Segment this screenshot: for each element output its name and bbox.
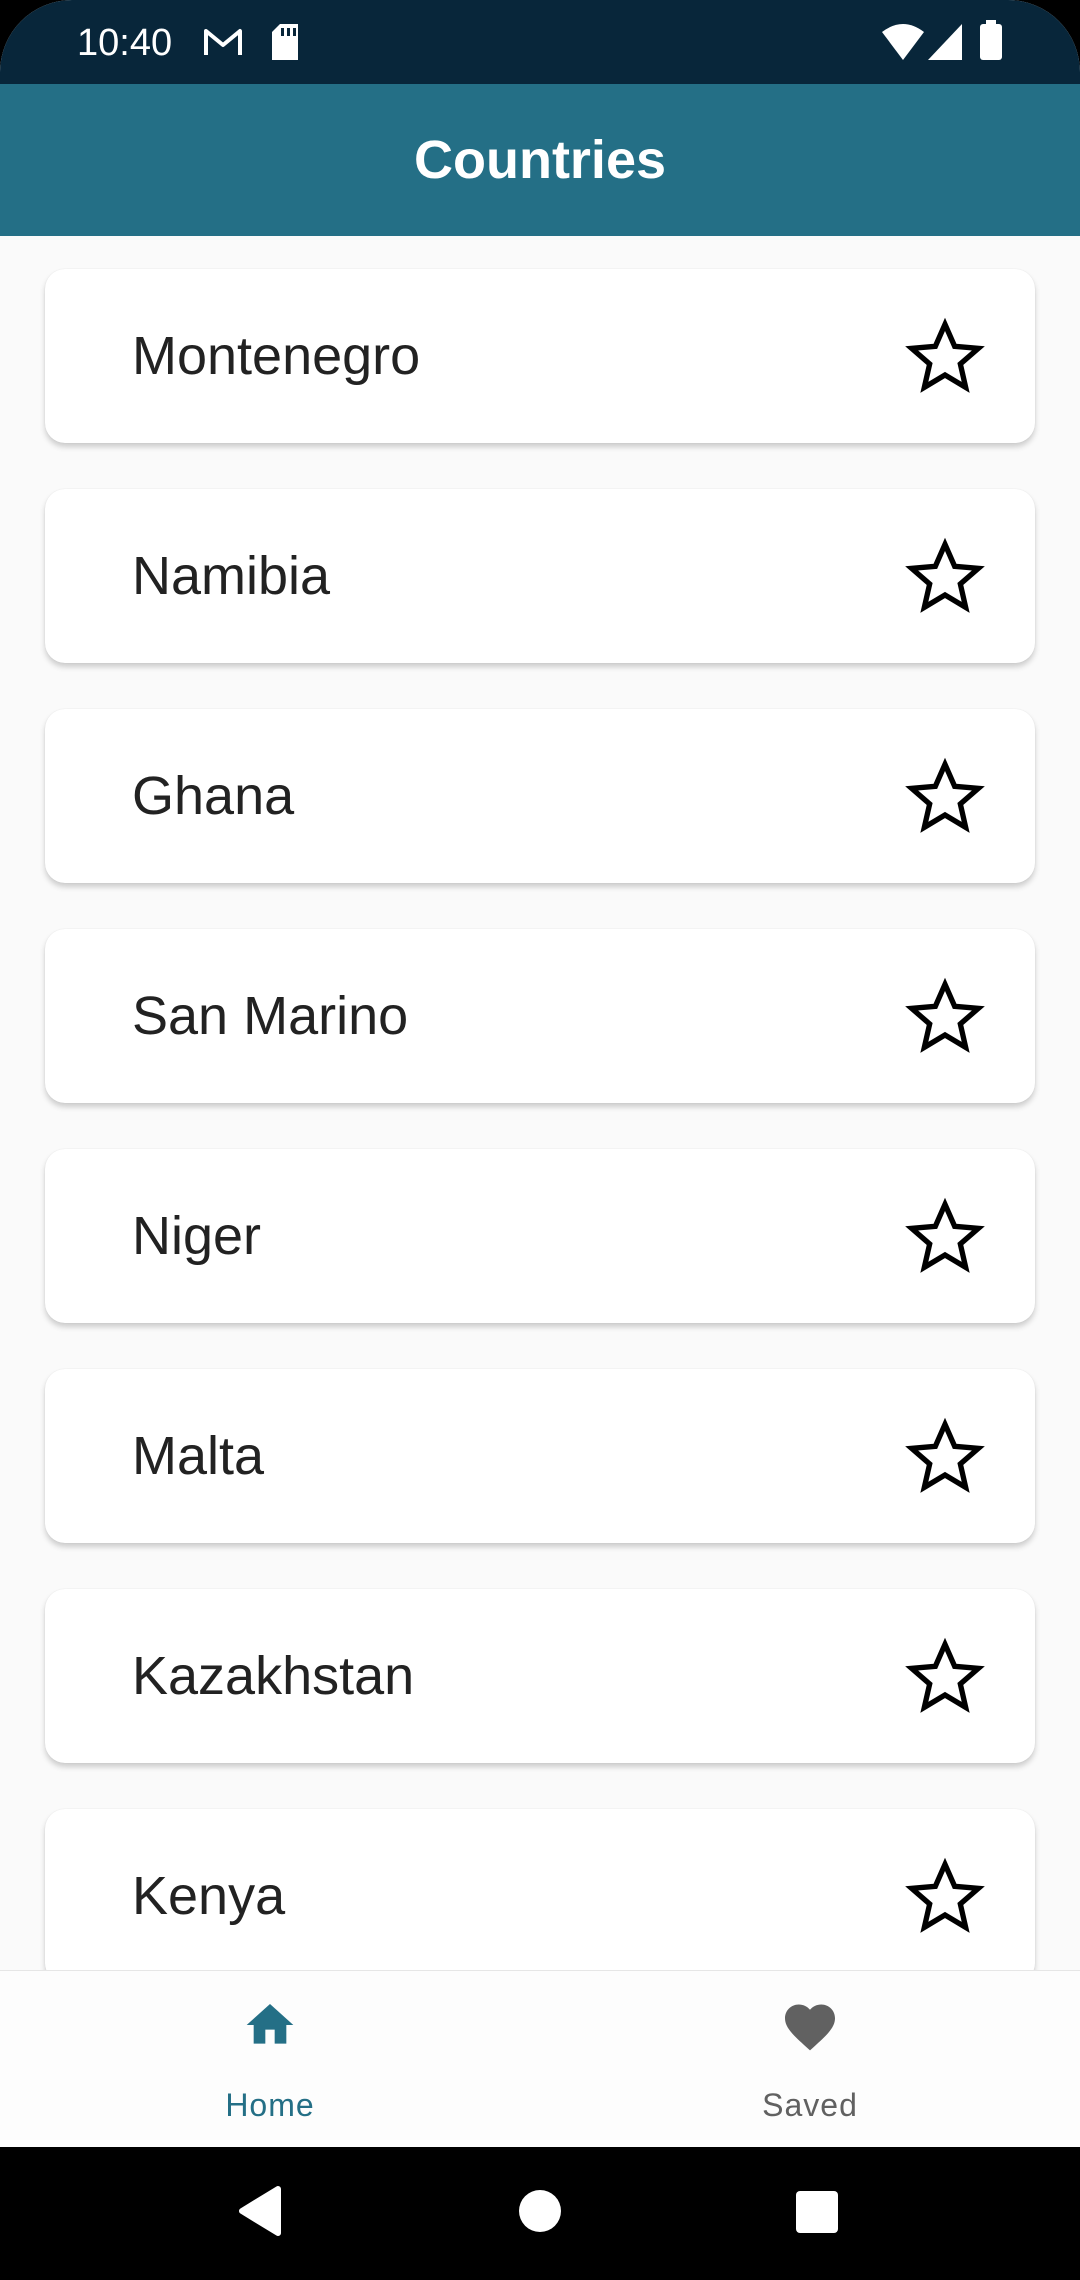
wifi-icon bbox=[882, 24, 924, 65]
country-name: San Marino bbox=[132, 986, 409, 1046]
status-time: 10:40 bbox=[77, 22, 173, 64]
recents-icon[interactable] bbox=[796, 2191, 838, 2238]
home-circle-icon[interactable] bbox=[518, 2189, 562, 2238]
nav-item-saved[interactable]: Saved bbox=[540, 1971, 1080, 2148]
star-outline-icon[interactable] bbox=[905, 1416, 985, 1496]
country-name: Ghana bbox=[132, 766, 295, 826]
star-outline-icon[interactable] bbox=[905, 316, 985, 396]
country-card[interactable]: Ghana bbox=[45, 709, 1035, 883]
country-list[interactable]: Montenegro Namibia Ghana San Marino Nige… bbox=[0, 236, 1080, 1970]
star-outline-icon[interactable] bbox=[905, 536, 985, 616]
nav-label-saved: Saved bbox=[762, 2087, 858, 2123]
system-navigation-bar bbox=[0, 2147, 1080, 2280]
country-card[interactable]: San Marino bbox=[45, 929, 1035, 1103]
battery-icon bbox=[980, 20, 1002, 65]
country-card[interactable]: Malta bbox=[45, 1369, 1035, 1543]
country-card[interactable]: Niger bbox=[45, 1149, 1035, 1323]
star-outline-icon[interactable] bbox=[905, 1856, 985, 1936]
signal-icon bbox=[928, 24, 962, 65]
country-name: Niger bbox=[132, 1206, 262, 1266]
country-name: Malta bbox=[132, 1426, 265, 1486]
bottom-navigation: Home Saved bbox=[0, 1970, 1080, 2148]
gmail-icon bbox=[203, 26, 243, 63]
country-name: Montenegro bbox=[132, 326, 421, 386]
back-icon[interactable] bbox=[236, 2185, 282, 2242]
page-title: Countries bbox=[413, 130, 667, 190]
app-screen: 10:40 Countries Montenegro Namibia Ghana… bbox=[0, 0, 1080, 2280]
nav-item-home[interactable]: Home bbox=[0, 1971, 540, 2148]
heart-icon bbox=[780, 1997, 840, 2062]
country-name: Kenya bbox=[132, 1866, 286, 1926]
country-name: Kazakhstan bbox=[132, 1646, 415, 1706]
nav-label-home: Home bbox=[225, 2087, 315, 2123]
star-outline-icon[interactable] bbox=[905, 1636, 985, 1716]
star-outline-icon[interactable] bbox=[905, 976, 985, 1056]
country-card[interactable]: Kazakhstan bbox=[45, 1589, 1035, 1763]
status-bar: 10:40 bbox=[0, 0, 1080, 84]
star-outline-icon[interactable] bbox=[905, 756, 985, 836]
app-bar: Countries bbox=[0, 84, 1080, 236]
country-name: Namibia bbox=[132, 546, 331, 606]
country-card[interactable]: Namibia bbox=[45, 489, 1035, 663]
home-icon bbox=[242, 1997, 298, 2058]
star-outline-icon[interactable] bbox=[905, 1196, 985, 1276]
country-card[interactable]: Montenegro bbox=[45, 269, 1035, 443]
country-card[interactable]: Kenya bbox=[45, 1809, 1035, 1970]
sd-card-icon bbox=[270, 24, 300, 65]
